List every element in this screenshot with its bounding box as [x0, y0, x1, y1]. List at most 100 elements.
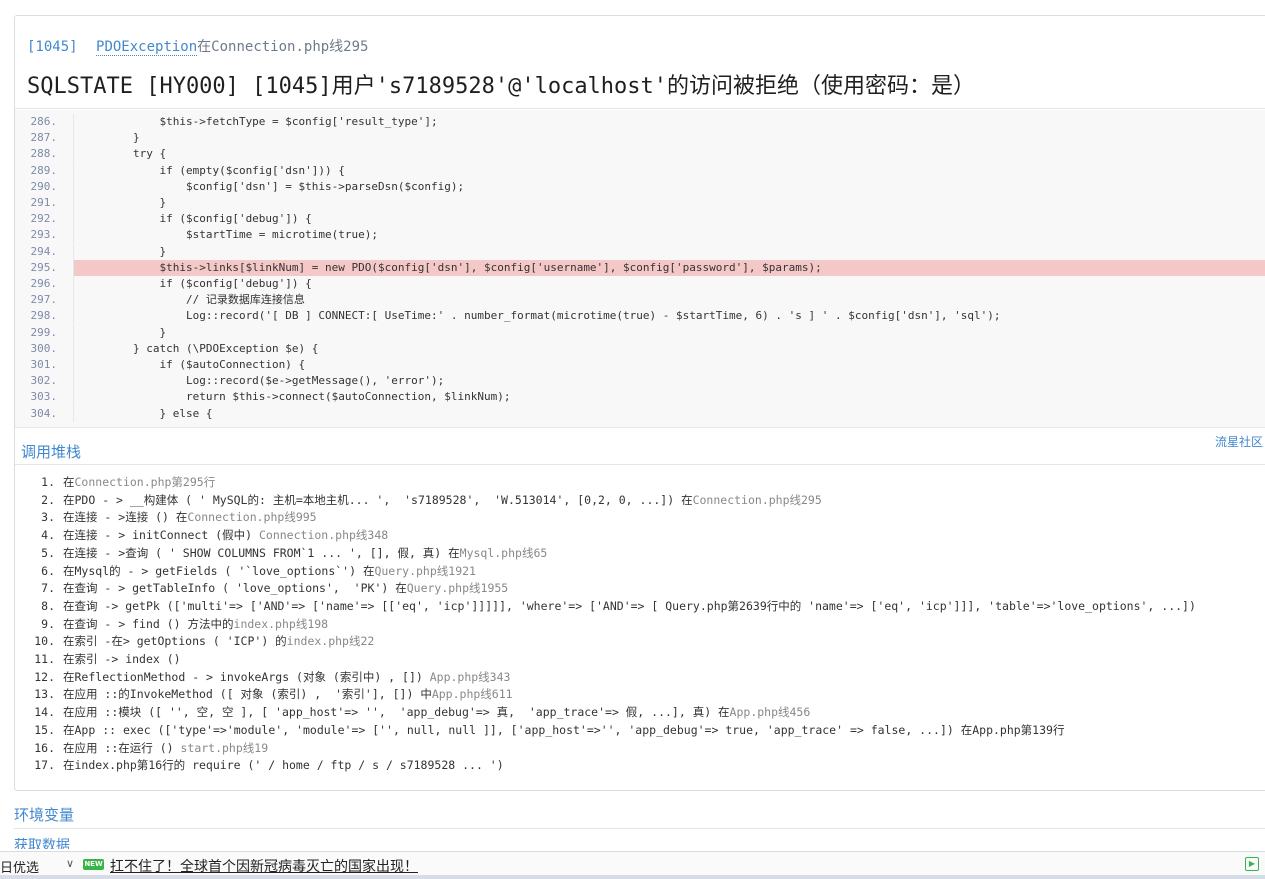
brand-link[interactable]: 流星社区: [1215, 433, 1263, 450]
source-line: 293. $startTime = microtime(true);: [15, 227, 1265, 244]
stack-frame-location: index.php线198: [233, 616, 329, 631]
stack-frame-number: 3.: [41, 510, 55, 525]
stack-frame-number: 17.: [34, 758, 55, 773]
stack-frame: 3. 在连接 - >连接 () 在Connection.php线995: [15, 509, 1265, 526]
exception-location: 在Connection.php线295: [197, 39, 369, 55]
stack-frame-location: App.php线456: [729, 705, 811, 720]
source-line: 292. if ($config['debug']) {: [15, 211, 1265, 228]
stack-frame: 7. 在查询 - > getTableInfo ( 'love_options',…: [15, 580, 1265, 597]
line-code: if ($autoConnection) {: [73, 357, 1265, 373]
line-code: if ($config['debug']) {: [73, 276, 1265, 292]
source-line: 288. try {: [15, 146, 1265, 163]
browser-bottom-bar: 日优选 ∨ NEW 扛不住了！全球首个因新冠病毒灭亡的国家出现！ ▶: [0, 851, 1265, 879]
exception-class-link[interactable]: PDOException: [96, 39, 198, 56]
stack-frame: 16. 在应用 ::在运行 () start.php线19: [15, 740, 1265, 757]
stack-frame-location: App.php线343: [429, 669, 511, 684]
stack-frame-number: 8.: [41, 598, 55, 613]
source-line: 296. if ($config['debug']) {: [15, 276, 1265, 292]
line-number: 303.: [30, 390, 58, 404]
stack-frame-location: Connection.php线348: [258, 528, 389, 543]
stack-frame-location: Connection.php线995: [187, 510, 317, 525]
stack-frame: 4. 在连接 - > initConnect (假中) Connection.ph…: [15, 527, 1265, 544]
line-code: } catch (\PDOException $e) {: [73, 340, 1265, 357]
stack-frame-call: 在应用 ::模块 ([ '', 空, 空 ], [ 'app_host'=> '…: [63, 705, 730, 720]
stack-frame-location: Query.php线1955: [406, 581, 509, 596]
line-number: 292.: [30, 212, 58, 226]
play-icon[interactable]: ▶: [1245, 857, 1259, 871]
source-line-highlighted: 295. $this->links[$linkNum] = new PDO($c…: [15, 259, 1265, 276]
stack-frame-number: 10.: [34, 634, 55, 649]
source-line: 301. if ($autoConnection) {: [15, 357, 1265, 373]
source-line: 286. $this->fetchType = $config['result_…: [15, 114, 1265, 130]
stack-frame-call: 在索引 -在> getOptions ( 'ICP') 的: [63, 634, 287, 649]
stack-frame: 6. 在Mysql的 - > getFields ( '`love_options…: [15, 563, 1265, 580]
source-line: 303. return $this->connect($autoConnecti…: [15, 389, 1265, 406]
stack-frame-number: 14.: [34, 705, 55, 720]
stack-frame: 14. 在应用 ::模块 ([ '', 空, 空 ], [ 'app_host'=…: [15, 704, 1265, 721]
stack-frame-location: App.php线611: [431, 687, 513, 702]
stack-frame-location: Query.php线1921: [374, 563, 476, 578]
stack-frame-number: 16.: [34, 740, 55, 755]
stack-frame: 8. 在查询 -> getPk (['multi'=> ['AND'=> ['na…: [15, 598, 1265, 615]
line-number: 302.: [30, 374, 58, 388]
source-line: 304. } else {: [15, 405, 1265, 422]
line-code: $config['dsn'] = $this->parseDsn($config…: [73, 178, 1265, 195]
stack-frame: 5. 在连接 - >查询 ( ' SHOW COLUMNS FROM`1 ... …: [15, 545, 1265, 562]
stack-frame: 17. 在index.php第16行的 require (' / home / f…: [15, 757, 1265, 774]
line-number: 297.: [30, 293, 58, 307]
env-section-title[interactable]: 环境变量: [14, 804, 74, 825]
stack-frame-location: index.php线22: [286, 634, 375, 649]
source-line: 302. Log::record($e->getMessage(), 'erro…: [15, 373, 1265, 390]
line-code: $this->fetchType = $config['result_type'…: [73, 114, 1265, 130]
line-number: 300.: [30, 341, 58, 355]
news-link[interactable]: 扛不住了！全球首个因新冠病毒灭亡的国家出现！: [110, 856, 418, 876]
source-line: 297. // 记录数据库连接信息: [15, 292, 1265, 309]
stack-frame-call: 在Mysql的 - > getFields ( '`love_options`'…: [63, 563, 375, 578]
new-badge: NEW: [83, 859, 104, 870]
stack-frame: 10. 在索引 -在> getOptions ( 'ICP') 的index.ph…: [15, 633, 1265, 650]
source-line: 300. } catch (\PDOException $e) {: [15, 340, 1265, 357]
line-number: 288.: [30, 147, 58, 161]
source-code-view: 286. $this->fetchType = $config['result_…: [15, 110, 1265, 428]
stack-frame-location: Connection.php第295行: [74, 475, 216, 489]
stack-frame-number: 4.: [41, 528, 55, 543]
taskbar-strip: [0, 875, 1265, 879]
line-number: 298.: [30, 309, 58, 323]
stack-frame-number: 6.: [41, 563, 55, 578]
line-number: 301.: [30, 358, 58, 371]
stack-frame: 12. 在ReflectionMethod - > invokeArgs (对象 …: [15, 669, 1265, 686]
stack-frame-call: 在连接 - >查询 ( ' SHOW COLUMNS FROM`1 ... ',…: [63, 545, 460, 560]
line-code: return $this->connect($autoConnection, $…: [73, 389, 1265, 406]
exception-header: [1045] PDOException在Connection.php线295 S…: [15, 16, 1265, 109]
source-line: 287. }: [15, 130, 1265, 147]
stack-frame: 2. 在PDO - > __构建体 ( ' MySQL的: 主机=本地主机... …: [15, 492, 1265, 509]
line-number: 296.: [30, 277, 58, 290]
line-number: 295.: [30, 260, 58, 274]
bottom-left-label[interactable]: 日优选: [0, 857, 39, 876]
stack-frame-location: Mysql.php线65: [459, 545, 548, 560]
call-stack-title: 调用堆栈: [21, 443, 82, 461]
line-code: Log::record($e->getMessage(), 'error');: [73, 373, 1265, 390]
source-line: 289. if (empty($config['dsn'])) {: [15, 162, 1265, 179]
line-number: 287.: [30, 131, 58, 145]
stack-frame-number: 12.: [34, 669, 55, 684]
stack-frame-call: 在应用 ::在运行 (): [63, 740, 181, 755]
exception-message: SQLSTATE [HY000] [1045]用户's7189528'@'loc…: [27, 74, 976, 99]
line-code: if ($config['debug']) {: [73, 211, 1265, 228]
call-stack-header: 调用堆栈 流星社区: [15, 429, 1265, 465]
stack-frame-number: 11.: [34, 652, 55, 666]
source-line: 291. }: [15, 195, 1265, 211]
stack-frame-location: Connection.php线295: [692, 492, 822, 507]
stack-frame: 11. 在索引 -> index (): [15, 651, 1265, 668]
env-subsection-title[interactable]: 获取数据: [14, 835, 70, 849]
stack-frame-number: 13.: [34, 687, 55, 702]
stack-frame: 9. 在查询 - > find () 方法中的index.php线198: [15, 616, 1265, 633]
chevron-down-icon[interactable]: ∨: [66, 857, 74, 870]
stack-frame: 13. 在应用 ::的InvokeMethod ([ 对象 (索引) , '索引'…: [15, 686, 1265, 703]
stack-frame-call: 在查询 - > getTableInfo ( 'love_options', '…: [63, 581, 407, 596]
stack-frame-number: 15.: [34, 722, 55, 737]
line-code: $this->links[$linkNum] = new PDO($config…: [73, 259, 1265, 276]
line-code: // 记录数据库连接信息: [73, 292, 1265, 309]
stack-frame-call: 在ReflectionMethod - > invokeArgs (对象 (索引…: [63, 669, 430, 684]
stack-frame-number: 9.: [41, 616, 55, 631]
